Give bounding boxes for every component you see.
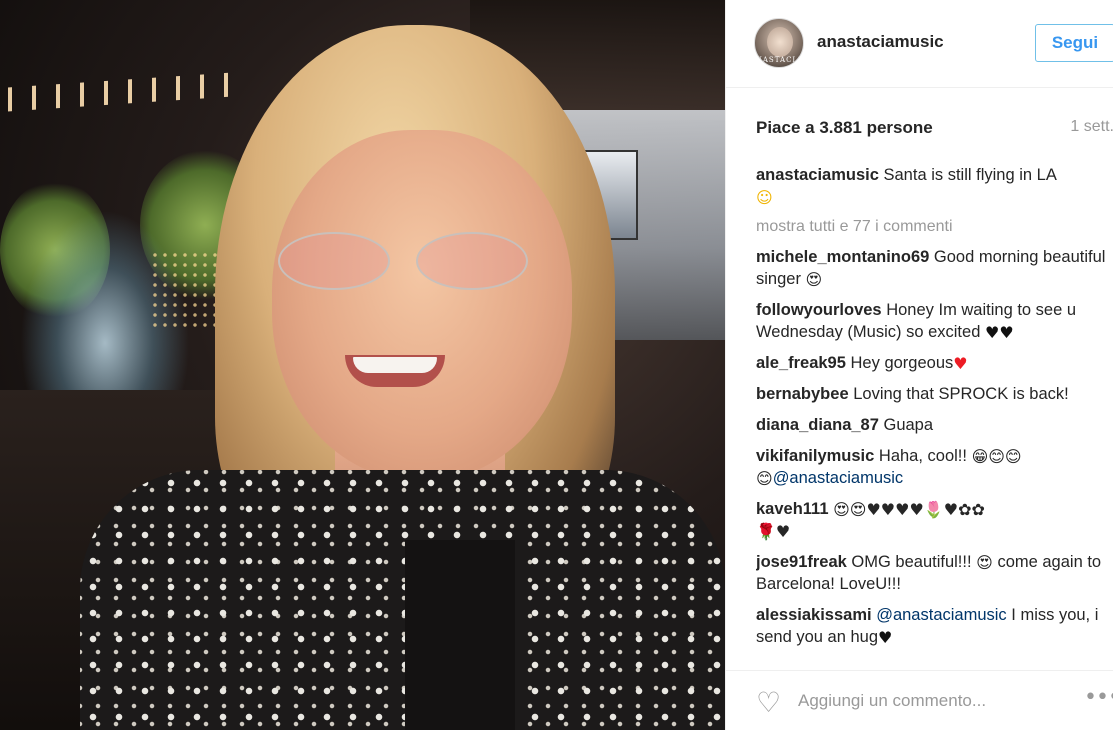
avatar[interactable]: NASTACIA [754, 18, 804, 68]
likes-count[interactable]: Piace a 3.881 persone [756, 118, 933, 138]
comment-user[interactable]: vikifanilymusic [756, 447, 874, 465]
comment-user[interactable]: michele_montanino69 [756, 248, 929, 266]
comments-list[interactable]: anastaciamusic Santa is still flying in … [756, 164, 1106, 661]
list-item: bernabybee Loving that SPROCK is back! [756, 383, 1106, 405]
heart-eyes-icon: 😍 [976, 553, 993, 572]
comment-text: Hey gorgeous [850, 354, 954, 372]
list-item: diana_diana_87 Guapa [756, 414, 1106, 436]
mention-link[interactable]: @anastaciamusic [876, 606, 1006, 624]
comment-input[interactable] [798, 687, 1058, 715]
mention-link[interactable]: @anastaciamusic [773, 469, 903, 487]
list-item: michele_montanino69 Good morning beautif… [756, 246, 1106, 290]
rose-purple-heart-icons: 🌹♥ [756, 522, 791, 541]
comment-user[interactable]: diana_diana_87 [756, 416, 879, 434]
comment-user[interactable]: followyourloves [756, 301, 882, 319]
post-meta: Piace a 3.881 persone 1 sett. [756, 118, 1113, 142]
username-link[interactable]: anastaciamusic [817, 32, 944, 52]
photo-face [272, 130, 572, 480]
post-side-panel: NASTACIA anastaciamusic Segui Piace a 3.… [725, 0, 1113, 730]
photo-glasses [278, 232, 528, 292]
comment-user[interactable]: bernabybee [756, 385, 849, 403]
list-item: followyourloves Honey Im waiting to see … [756, 299, 1106, 343]
comment-user[interactable]: ale_freak95 [756, 354, 846, 372]
grin-smile-icons: 😁😊😊 [971, 447, 1022, 466]
follow-button[interactable]: Segui [1035, 24, 1113, 62]
comment-text: OMG beautiful!!! [851, 553, 972, 571]
heart-icon[interactable]: ♡ [756, 689, 781, 717]
photo-jacket [80, 470, 725, 730]
comment-user[interactable]: jose91freak [756, 553, 847, 571]
post-header: NASTACIA anastaciamusic Segui [726, 0, 1113, 88]
red-heart-icon: ♥ [953, 354, 968, 373]
post-time[interactable]: 1 sett. [1070, 118, 1113, 136]
avatar-text: NASTACIA [755, 56, 803, 64]
comment-text: Haha, cool!! [878, 447, 967, 465]
list-item: alessiakissami @anastaciamusic I miss yo… [756, 604, 1106, 648]
comment-user[interactable]: anastaciamusic [756, 166, 879, 184]
comment-user[interactable]: alessiakissami [756, 606, 872, 624]
list-item: kaveh111 😍😍♥♥♥♥🌷♥✿✿ 🌹♥ [756, 498, 1106, 542]
black-heart-icon: ♥ [878, 628, 893, 647]
heart-eyes-icon: 😍 [805, 270, 823, 289]
comment-text: Guapa [883, 416, 934, 434]
smile-icon: ☺ [756, 188, 773, 207]
smile-icon: 😊 [756, 469, 773, 488]
list-item: vikifanilymusic Haha, cool!! 😁😊😊 😊@anast… [756, 445, 1106, 489]
photo-top [405, 540, 515, 730]
comment-text: Santa is still flying in LA [883, 166, 1057, 184]
comment-text: Loving that SPROCK is back! [853, 385, 1069, 403]
more-options-icon[interactable]: ••• [1084, 685, 1113, 710]
post-photo[interactable] [0, 0, 725, 730]
photo-santa-sleigh-lights [0, 72, 240, 112]
comment-footer: ♡ ••• [726, 670, 1113, 730]
list-item: ale_freak95 Hey gorgeous♥ [756, 352, 1106, 374]
show-all-comments-link[interactable]: mostra tutti e 77 i commenti [756, 217, 1106, 237]
black-heart-icon: ♥♥ [984, 323, 1014, 342]
list-item: jose91freak OMG beautiful!!! 😍 come agai… [756, 551, 1106, 595]
heart-flower-icons: 😍😍♥♥♥♥🌷♥✿✿ [833, 500, 985, 519]
comment-user[interactable]: kaveh111 [756, 500, 829, 518]
caption: anastaciamusic Santa is still flying in … [756, 164, 1106, 208]
